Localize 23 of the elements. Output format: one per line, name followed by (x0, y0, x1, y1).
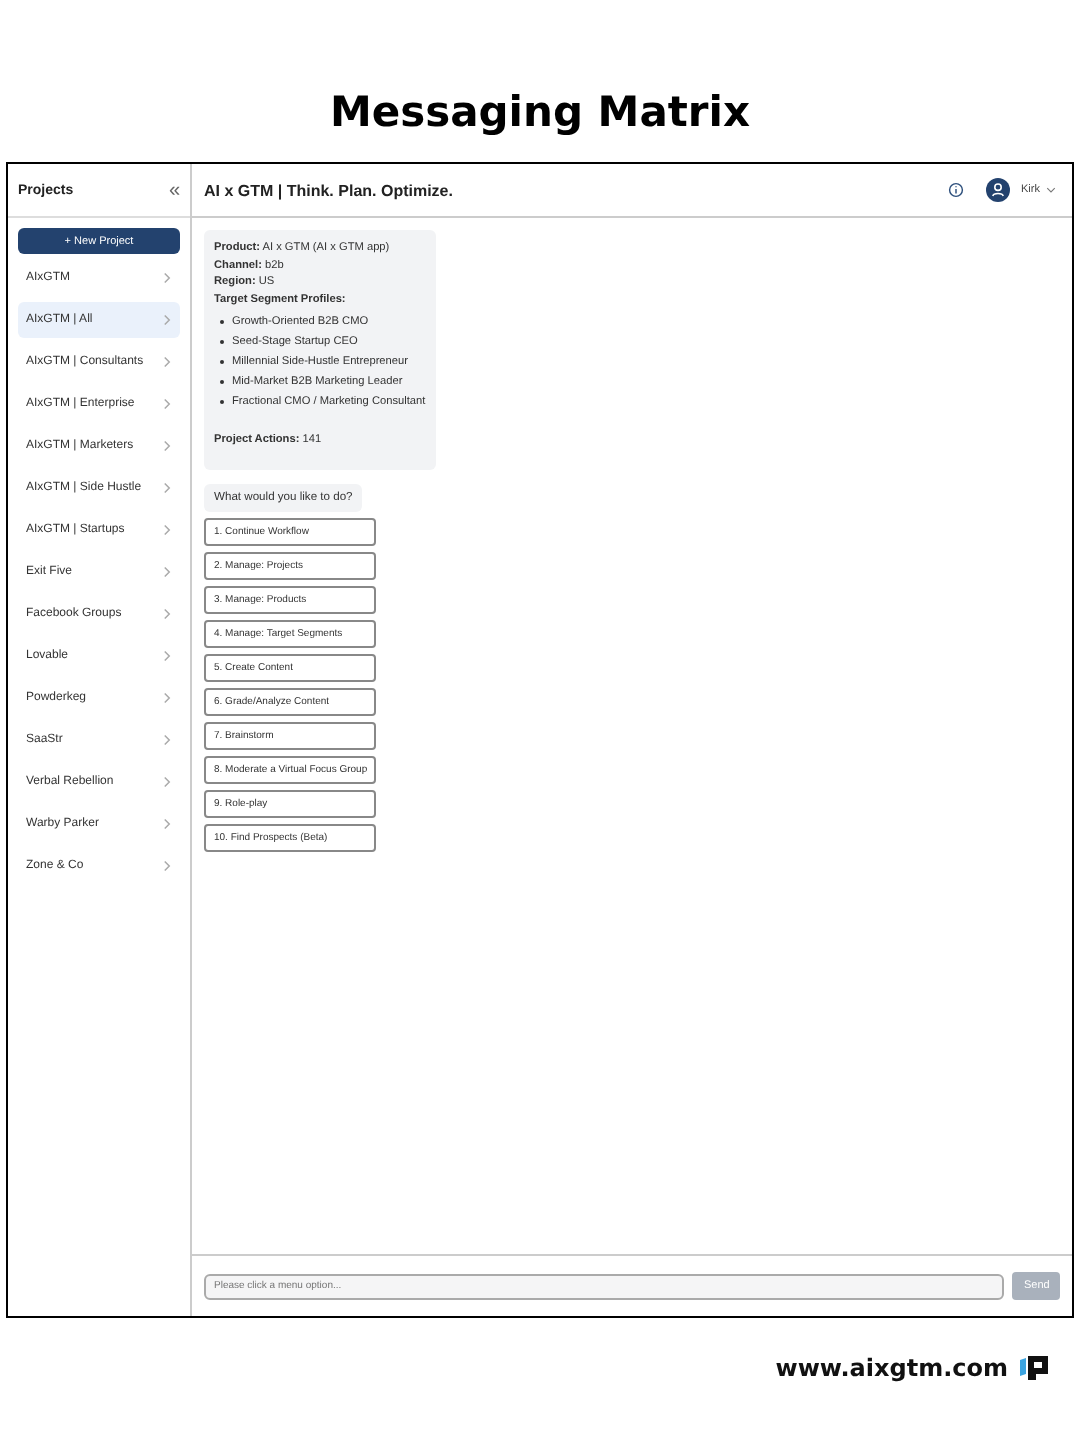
chevron-icon (162, 776, 172, 788)
avatar-icon[interactable] (985, 178, 1010, 202)
app-title: AI x GTM | Think. Plan. Optimize. (204, 181, 453, 199)
chevron-icon (162, 524, 172, 536)
chevron-icon (162, 860, 172, 872)
caret-icon (1046, 186, 1056, 194)
chevron-icon (162, 650, 172, 662)
chevron-icon (162, 608, 172, 620)
page-title: Messaging Matrix (329, 88, 751, 136)
info-icon[interactable] (947, 182, 964, 198)
chevron-icon (162, 398, 172, 410)
chevron-icon (162, 440, 172, 452)
chevron-icon (162, 734, 172, 746)
chevron-icon (162, 482, 172, 494)
website-url: www.aixgtm.com (775, 1354, 1008, 1382)
chevron-icon (162, 356, 172, 368)
chevron-icon (162, 272, 172, 284)
chevron-icon (162, 566, 172, 578)
logo-icon (1020, 1354, 1052, 1382)
chevron-icon (162, 818, 172, 830)
collapse-button[interactable]: « (168, 179, 180, 201)
chevron-icon (162, 314, 172, 326)
chevron-icon (162, 692, 172, 704)
